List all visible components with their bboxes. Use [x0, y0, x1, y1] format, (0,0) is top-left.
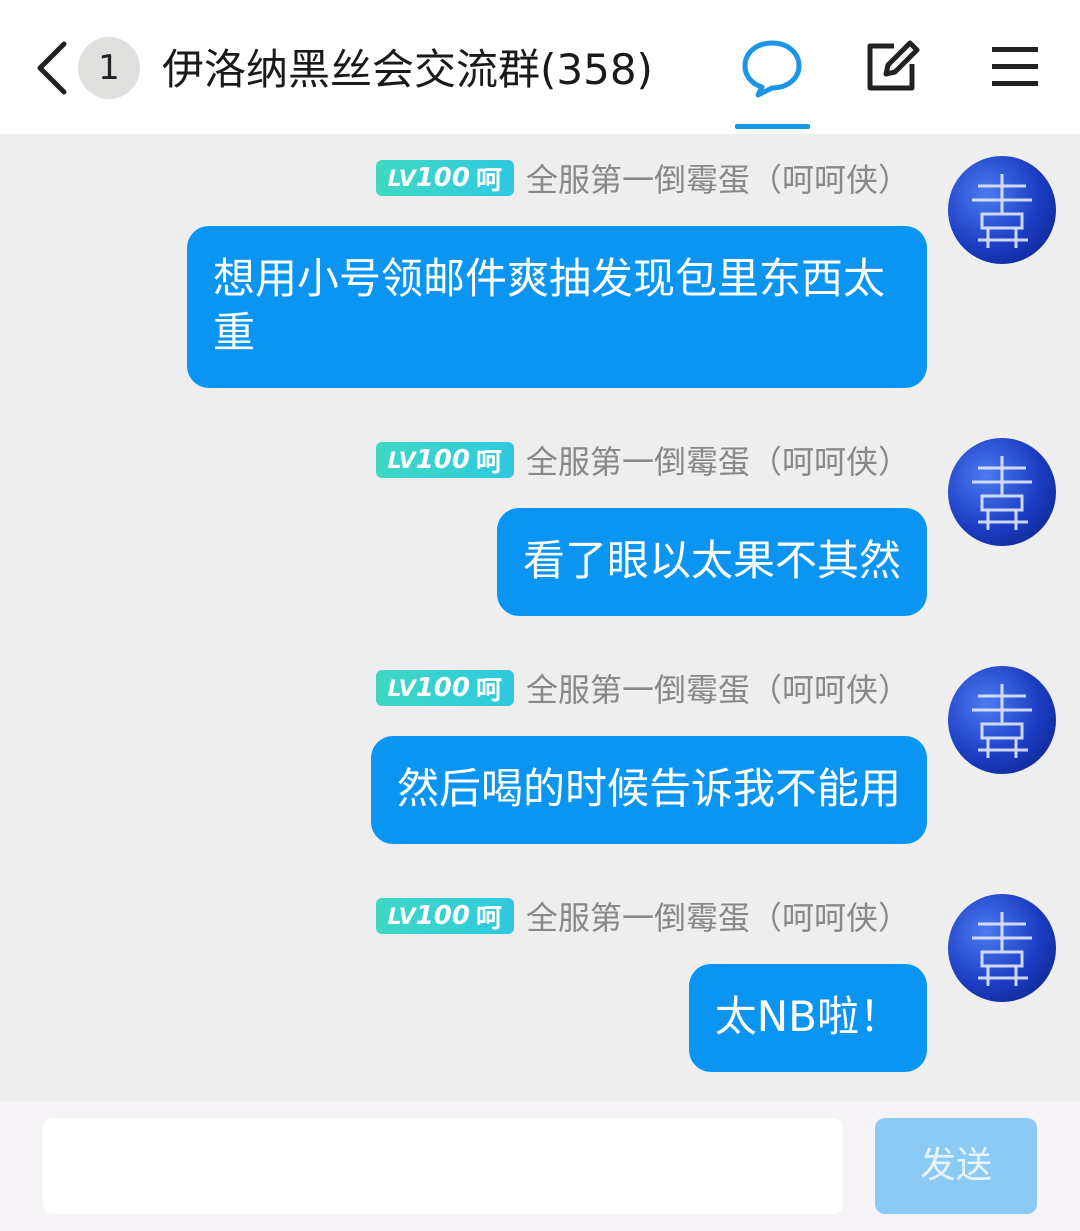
level-prefix: LV	[387, 167, 416, 192]
sender-nickname[interactable]: 全服第一倒霉蛋（呵呵侠）	[526, 437, 910, 483]
chat-bubble-icon	[742, 40, 802, 98]
message-input[interactable]	[43, 1118, 843, 1214]
menu-button[interactable]	[990, 44, 1040, 90]
back-button[interactable]	[30, 38, 74, 98]
level-number: 100	[415, 901, 470, 931]
avatar-image	[972, 174, 1032, 248]
avatar-image	[972, 912, 1032, 986]
avatar[interactable]	[948, 438, 1056, 546]
badge-title: 呵	[475, 903, 502, 934]
edit-icon	[867, 40, 920, 91]
level-number: 100	[415, 163, 470, 193]
level-prefix: LV	[387, 677, 416, 702]
level-prefix: LV	[387, 449, 416, 474]
chat-title: 伊洛纳黑丝会交流群(358)	[162, 45, 653, 94]
message-meta: LV100 呵 全服第一倒霉蛋（呵呵侠）	[375, 669, 910, 709]
edit-button[interactable]	[864, 40, 922, 94]
message-meta: LV100 呵 全服第一倒霉蛋（呵呵侠）	[375, 441, 910, 481]
input-bar: 发送	[0, 1101, 1080, 1231]
sender-nickname[interactable]: 全服第一倒霉蛋（呵呵侠）	[526, 155, 910, 201]
badge-title: 呵	[475, 165, 502, 196]
level-badge: LV100 呵	[375, 442, 514, 478]
message-bubble[interactable]: 看了眼以太果不其然	[496, 508, 927, 616]
badge-title: 呵	[475, 675, 502, 706]
badge-title: 呵	[475, 447, 502, 478]
sender-nickname[interactable]: 全服第一倒霉蛋（呵呵侠）	[526, 893, 910, 939]
sender-nickname[interactable]: 全服第一倒霉蛋（呵呵侠）	[526, 665, 910, 711]
level-number: 100	[415, 445, 470, 475]
chat-header: 1 伊洛纳黑丝会交流群(358)	[0, 0, 1080, 134]
unread-count-badge: 1	[78, 37, 140, 99]
avatar[interactable]	[948, 894, 1056, 1002]
message-meta: LV100 呵 全服第一倒霉蛋（呵呵侠）	[375, 159, 910, 199]
menu-icon	[992, 47, 1038, 86]
message-bubble[interactable]: 想用小号领邮件爽抽发现包里东西太重	[187, 226, 927, 388]
message-meta: LV100 呵 全服第一倒霉蛋（呵呵侠）	[375, 897, 910, 937]
avatar-image	[972, 684, 1032, 758]
level-badge: LV100 呵	[375, 898, 514, 934]
avatar[interactable]	[948, 156, 1056, 264]
message-bubble[interactable]: 太NB啦！	[688, 964, 927, 1072]
avatar[interactable]	[948, 666, 1056, 774]
send-button[interactable]: 发送	[875, 1118, 1037, 1214]
level-prefix: LV	[387, 905, 416, 930]
level-badge: LV100 呵	[375, 670, 514, 706]
chat-tab-button[interactable]	[740, 38, 804, 98]
avatar-image	[972, 456, 1032, 530]
level-badge: LV100 呵	[375, 160, 514, 196]
level-number: 100	[415, 673, 470, 703]
chevron-left-icon	[37, 41, 67, 95]
active-tab-indicator	[735, 124, 810, 129]
message-bubble[interactable]: 然后喝的时候告诉我不能用	[370, 736, 927, 844]
